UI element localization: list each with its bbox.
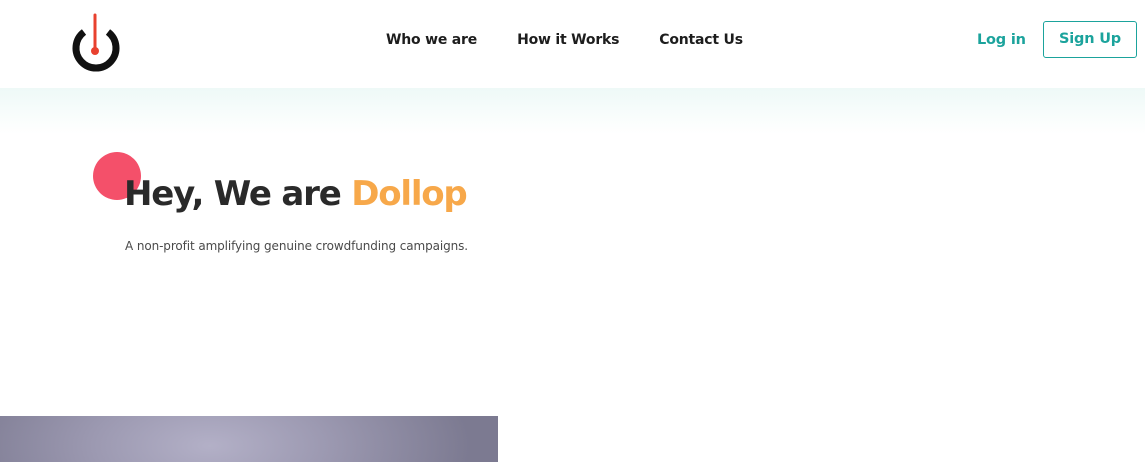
hero-subtitle: A non-profit amplifying genuine crowdfun… (125, 239, 468, 253)
main-nav: Who we are How it Works Contact Us (386, 31, 743, 49)
site-header: Who we are How it Works Contact Us Log i… (0, 0, 1145, 88)
hero-title-brand: Dollop (351, 174, 468, 214)
hero-title-prefix: Hey, We are (124, 174, 352, 214)
landing-page: Who we are How it Works Contact Us Log i… (0, 0, 1145, 462)
nav-who-we-are[interactable]: Who we are (386, 31, 477, 49)
signup-button[interactable]: Sign Up (1043, 21, 1137, 58)
power-logo-icon[interactable] (70, 12, 122, 72)
login-link[interactable]: Log in (977, 31, 1026, 49)
hero-title: Hey, We are Dollop (124, 170, 468, 218)
nav-contact-us[interactable]: Contact Us (659, 31, 743, 49)
nav-how-it-works[interactable]: How it Works (517, 31, 619, 49)
hero-image (0, 416, 498, 462)
header-shadow-band (0, 88, 1145, 134)
